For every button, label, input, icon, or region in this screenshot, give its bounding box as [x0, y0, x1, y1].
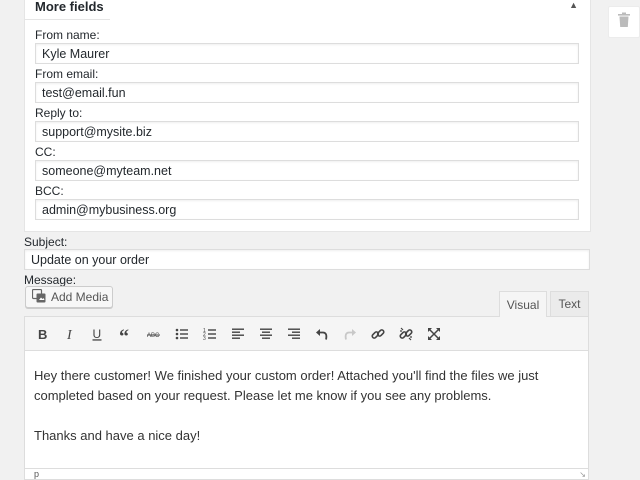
message-paragraph: Thanks and have a nice day!: [34, 428, 201, 443]
from-name-label: From name:: [35, 28, 100, 42]
bold-icon[interactable]: B: [32, 324, 52, 344]
from-email-field[interactable]: [35, 82, 579, 103]
bulleted-list-icon[interactable]: [172, 324, 192, 344]
unlink-icon[interactable]: [396, 324, 416, 344]
align-right-icon[interactable]: [284, 324, 304, 344]
svg-text:U: U: [93, 327, 102, 341]
message-editor[interactable]: B I U “ ABC 123 Hey there customer! We f…: [24, 316, 589, 480]
undo-icon[interactable]: [312, 324, 332, 344]
svg-text:3: 3: [203, 336, 206, 341]
subject-field[interactable]: [24, 249, 590, 270]
italic-icon[interactable]: I: [60, 324, 80, 344]
cc-label: CC:: [35, 145, 56, 159]
editor-toolbar: B I U “ ABC 123: [25, 317, 588, 351]
tab-visual[interactable]: Visual: [499, 291, 547, 317]
link-icon[interactable]: [368, 324, 388, 344]
add-media-button[interactable]: Add Media: [25, 286, 113, 308]
fullscreen-icon[interactable]: [424, 324, 444, 344]
svg-text:“: “: [119, 327, 129, 341]
numbered-list-icon[interactable]: 123: [200, 324, 220, 344]
bcc-field[interactable]: [35, 199, 579, 220]
message-content[interactable]: Hey there customer! We finished your cus…: [34, 366, 574, 466]
message-paragraph: Hey there customer! We finished your cus…: [34, 368, 539, 403]
align-center-icon[interactable]: [256, 324, 276, 344]
subject-label: Subject:: [24, 235, 68, 249]
panel-title: More fields: [35, 0, 104, 14]
element-path: p: [34, 469, 40, 479]
blockquote-icon[interactable]: “: [116, 324, 136, 344]
panel-title-divider: [24, 19, 110, 20]
sidebar-strip: [600, 0, 640, 480]
underline-icon[interactable]: U: [87, 324, 107, 344]
more-fields-panel: More fields ▲: [24, 0, 591, 232]
editor-status-bar: p ↘: [25, 468, 588, 479]
svg-text:B: B: [38, 327, 47, 341]
strikethrough-icon[interactable]: ABC: [144, 324, 164, 344]
reply-to-field[interactable]: [35, 121, 579, 142]
align-left-icon[interactable]: [228, 324, 248, 344]
add-media-icon: [31, 288, 47, 306]
add-media-label: Add Media: [51, 290, 109, 304]
svg-text:ABC: ABC: [147, 333, 160, 339]
bcc-label: BCC:: [35, 184, 64, 198]
collapse-arrow-icon[interactable]: ▲: [569, 0, 578, 10]
message-label: Message:: [24, 273, 77, 287]
svg-text:I: I: [66, 328, 73, 341]
resize-handle-icon[interactable]: ↘: [579, 470, 586, 479]
tab-text[interactable]: Text: [550, 291, 589, 316]
cc-field[interactable]: [35, 160, 579, 181]
redo-icon[interactable]: [340, 324, 360, 344]
from-email-label: From email:: [35, 67, 99, 81]
from-name-field[interactable]: [35, 43, 579, 64]
trash-button[interactable]: [608, 6, 640, 38]
reply-to-label: Reply to:: [35, 106, 83, 120]
trash-icon: [617, 12, 631, 33]
